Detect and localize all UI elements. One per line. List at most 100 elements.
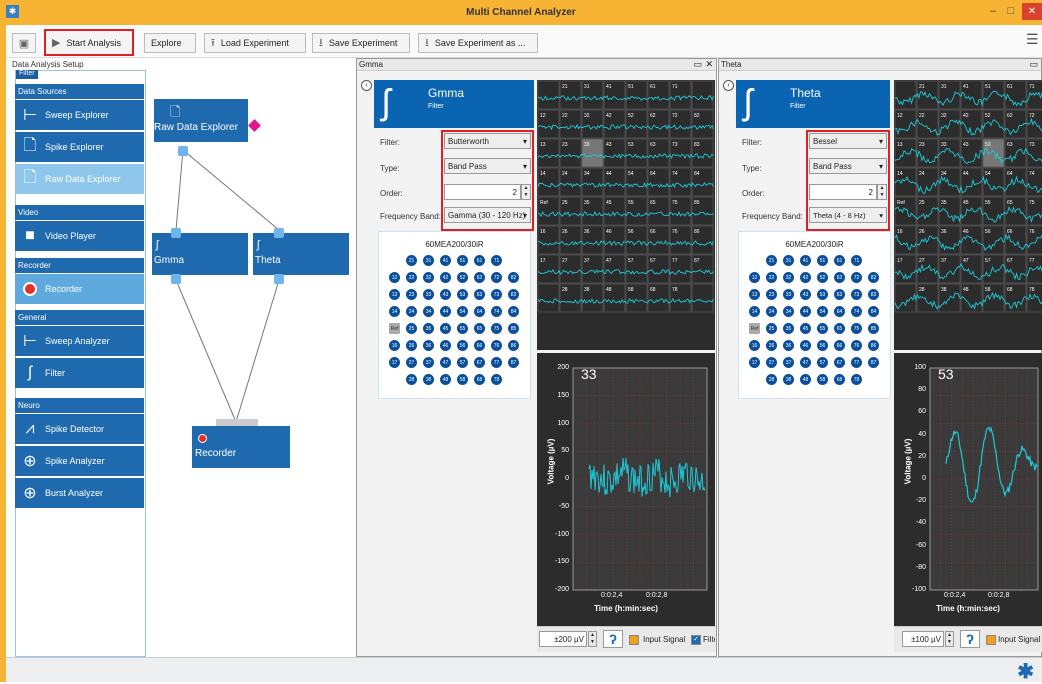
filter-type-select[interactable]: Bessel ▾ [809, 133, 887, 149]
electrode-28[interactable]: 28 [765, 373, 778, 386]
close-button[interactable]: ✕ [1022, 3, 1042, 20]
electrode-67[interactable]: 67 [833, 356, 846, 369]
electrode-48[interactable]: 48 [799, 373, 812, 386]
maximize-icon[interactable]: ▭ [693, 59, 702, 70]
electrode-46[interactable]: 46 [799, 339, 812, 352]
electrode-78[interactable]: 78 [490, 373, 503, 386]
electrode-78[interactable]: 78 [850, 373, 863, 386]
maximize-button[interactable]: □ [1004, 5, 1018, 19]
electrode-38[interactable]: 38 [422, 373, 435, 386]
electrode-86[interactable]: 86 [507, 339, 520, 352]
electrode-58[interactable]: 58 [456, 373, 469, 386]
electrode-64[interactable]: 64 [473, 305, 486, 318]
collapse-button[interactable]: ‹ [361, 80, 372, 91]
channel-traces[interactable]: 2131415161711222324252627282132333435363… [894, 80, 1042, 350]
electrode-32[interactable]: 32 [782, 271, 795, 284]
electrode-76[interactable]: 76 [490, 339, 503, 352]
range-input[interactable]: ±200 µV [539, 631, 587, 647]
electrode-58[interactable]: 58 [816, 373, 829, 386]
channel-cell[interactable] [894, 80, 917, 110]
electrode-42[interactable]: 42 [799, 271, 812, 284]
electrode-71[interactable]: 71 [850, 254, 863, 267]
autoscale-icon[interactable]: ʔ [603, 630, 623, 648]
electrode-75[interactable]: 75 [850, 322, 863, 335]
channel-cell[interactable] [691, 283, 714, 313]
electrode-24[interactable]: 24 [405, 305, 418, 318]
node-recorder[interactable]: Recorder [192, 426, 290, 468]
electrode-86[interactable]: 86 [867, 339, 880, 352]
electrode-56[interactable]: 56 [816, 339, 829, 352]
tool-video-player[interactable]: ■ Video Player [15, 221, 144, 251]
electrode-52[interactable]: 52 [456, 271, 469, 284]
electrode-25[interactable]: 25 [765, 322, 778, 335]
load-experiment-button[interactable]: ⭱ Load Experiment [204, 33, 306, 53]
electrode-68[interactable]: 68 [833, 373, 846, 386]
tool-recorder[interactable]: Recorder [15, 274, 144, 304]
range-stepper[interactable]: ▲ ▼ [945, 631, 954, 647]
electrode-31[interactable]: 31 [782, 254, 795, 267]
electrode-53[interactable]: 53 [456, 288, 469, 301]
tool-spike-analyzer[interactable]: ⊕ Spike Analyzer [15, 446, 144, 476]
node-raw-data-explorer[interactable]: 🗋 Raw Data Explorer [154, 99, 248, 142]
electrode-12[interactable]: 12 [748, 271, 761, 284]
electrode-45[interactable]: 45 [799, 322, 812, 335]
input-signal-checkbox[interactable] [629, 635, 639, 645]
electrode-87[interactable]: 87 [867, 356, 880, 369]
electrode-24[interactable]: 24 [765, 305, 778, 318]
electrode-35[interactable]: 35 [782, 322, 795, 335]
electrode-16[interactable]: 16 [388, 339, 401, 352]
electrode-16[interactable]: 16 [748, 339, 761, 352]
electrode-27[interactable]: 27 [405, 356, 418, 369]
electrode-63[interactable]: 63 [833, 288, 846, 301]
category-filter-dropdown[interactable]: Filter ▾ [16, 70, 38, 85]
electrode-41[interactable]: 41 [799, 254, 812, 267]
autoscale-icon[interactable]: ʔ [960, 630, 980, 648]
tool-spike-explorer[interactable]: 🗋 Spike Explorer [15, 132, 144, 162]
channel-traces[interactable]: 2131415161711222324252627282132333435363… [537, 80, 715, 350]
electrode-67[interactable]: 67 [473, 356, 486, 369]
electrode-ref[interactable]: Ref [388, 322, 401, 335]
electrode-34[interactable]: 34 [782, 305, 795, 318]
electrode-51[interactable]: 51 [816, 254, 829, 267]
workflow-canvas[interactable]: 🗋 Raw Data Explorer ʃ Gmma ʃ Theta Recor… [146, 58, 355, 657]
electrode-61[interactable]: 61 [473, 254, 486, 267]
electrode-36[interactable]: 36 [422, 339, 435, 352]
electrode-54[interactable]: 54 [456, 305, 469, 318]
output-port[interactable] [274, 274, 284, 284]
electrode-47[interactable]: 47 [439, 356, 452, 369]
electrode-23[interactable]: 23 [405, 288, 418, 301]
electrode-21[interactable]: 21 [405, 254, 418, 267]
tool-burst-analyzer[interactable]: ⊕ Burst Analyzer [15, 478, 144, 508]
electrode-74[interactable]: 74 [490, 305, 503, 318]
menu-icon[interactable]: ☰ [1026, 31, 1039, 48]
electrode-68[interactable]: 68 [473, 373, 486, 386]
pass-type-select[interactable]: Band Pass ▾ [809, 158, 887, 174]
tool-filter[interactable]: ʃ Filter [15, 358, 144, 388]
electrode-17[interactable]: 17 [748, 356, 761, 369]
electrode-37[interactable]: 37 [422, 356, 435, 369]
filter-type-select[interactable]: Butterworth ▾ [444, 133, 531, 149]
electrode-63[interactable]: 63 [473, 288, 486, 301]
electrode-28[interactable]: 28 [405, 373, 418, 386]
electrode-53[interactable]: 53 [816, 288, 829, 301]
order-input[interactable]: 2 [809, 184, 877, 200]
electrode-34[interactable]: 34 [422, 305, 435, 318]
electrode-36[interactable]: 36 [782, 339, 795, 352]
electrode-42[interactable]: 42 [439, 271, 452, 284]
electrode-44[interactable]: 44 [799, 305, 812, 318]
input-port[interactable] [274, 228, 284, 238]
electrode-38[interactable]: 38 [782, 373, 795, 386]
panel-toggle-button[interactable]: ▣ [12, 33, 36, 53]
electrode-65[interactable]: 65 [473, 322, 486, 335]
electrode-56[interactable]: 56 [456, 339, 469, 352]
electrode-21[interactable]: 21 [765, 254, 778, 267]
order-input[interactable]: 2 [444, 184, 521, 200]
electrode-14[interactable]: 14 [388, 305, 401, 318]
electrode-66[interactable]: 66 [473, 339, 486, 352]
electrode-27[interactable]: 27 [765, 356, 778, 369]
electrode-26[interactable]: 26 [765, 339, 778, 352]
electrode-76[interactable]: 76 [850, 339, 863, 352]
electrode-14[interactable]: 14 [748, 305, 761, 318]
electrode-23[interactable]: 23 [765, 288, 778, 301]
channel-cell[interactable] [691, 80, 714, 110]
